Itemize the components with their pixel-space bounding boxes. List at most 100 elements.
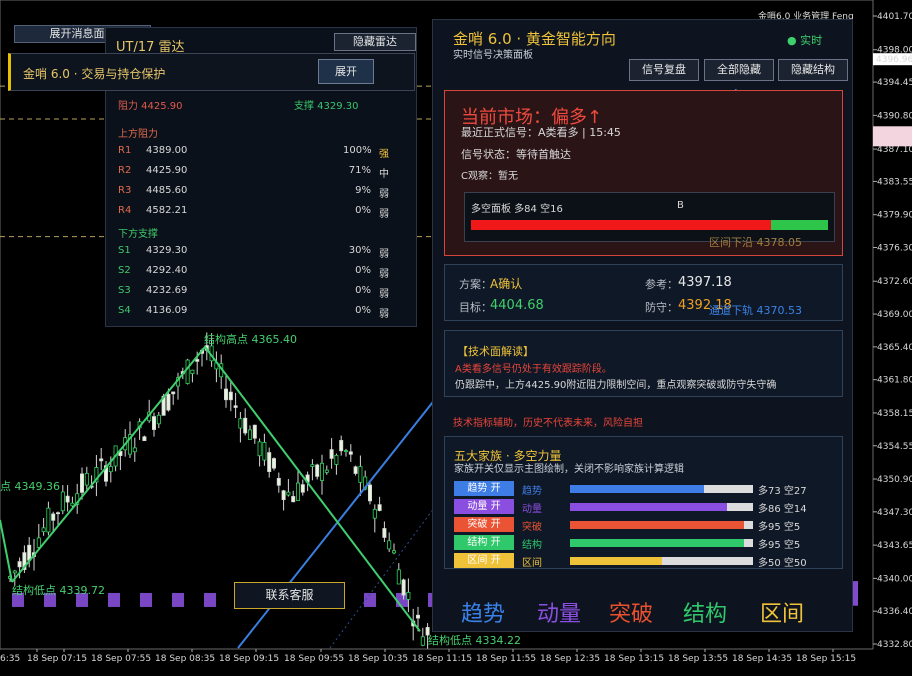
radar-lower_rows-price: 4292.40 bbox=[146, 265, 188, 276]
price-label: 4401.70 bbox=[877, 12, 912, 22]
resistance-label: 阻力 4425.90 bbox=[118, 101, 183, 112]
candle-body bbox=[271, 458, 276, 469]
candle-body bbox=[185, 359, 190, 384]
candle-body bbox=[267, 452, 272, 472]
purple-block bbox=[172, 592, 184, 607]
price-label: 4340.00 bbox=[877, 574, 912, 584]
radar-upper_rows-price: 4485.60 bbox=[146, 185, 188, 196]
radar-upper_rows-pct: 9% bbox=[355, 185, 371, 196]
candle-body bbox=[243, 417, 248, 434]
family-toggle-3[interactable]: 突破 开 bbox=[454, 517, 514, 532]
radar-upper_rows-pct: 100% bbox=[343, 145, 372, 156]
upper-resistance-header: 上方阻力 bbox=[118, 129, 158, 140]
family-ratio-4: 多95 空5 bbox=[758, 540, 801, 551]
family-bull-fill-3 bbox=[570, 521, 744, 529]
candle-body bbox=[108, 466, 113, 473]
candle-body bbox=[132, 447, 137, 453]
family-card: 五大家族 · 多空力量 家族开关仅显示主图绘制，关闭不影响家族计算逻辑 趋势 开… bbox=[444, 436, 843, 569]
candle-body bbox=[151, 416, 156, 430]
big-word-2: 动量 bbox=[537, 602, 582, 627]
candle-body bbox=[367, 484, 372, 502]
candle-body bbox=[195, 359, 200, 362]
time-label: 18 Sep 07:15 bbox=[27, 654, 87, 664]
family-ratio-1: 多73 空27 bbox=[758, 486, 807, 497]
live-status: ● 实时 bbox=[787, 34, 823, 47]
time-label: 18 Sep 09:55 bbox=[284, 654, 344, 664]
radar-lower_rows-price: 4232.69 bbox=[146, 285, 188, 296]
c-observe: C观察：暂无 bbox=[461, 171, 518, 182]
candle-body bbox=[223, 388, 228, 401]
candle-body bbox=[65, 495, 70, 503]
support-label: 支撑 4329.30 bbox=[294, 101, 359, 112]
candle-body bbox=[377, 504, 382, 511]
tech-card: 【技术面解读】 A类看多信号仍处于有效跟踪阶段。 仍跟踪中，上方4425.90附… bbox=[444, 330, 843, 397]
signal-review-button[interactable]: 信号复盘 bbox=[629, 59, 699, 81]
price-label: 4332.80 bbox=[877, 640, 912, 650]
candle-body bbox=[12, 570, 17, 574]
candle-body bbox=[406, 592, 411, 600]
radar-lower_rows-strength: 弱 bbox=[379, 289, 389, 300]
purple-block bbox=[204, 592, 216, 607]
expand-button[interactable]: 展开 bbox=[318, 59, 374, 84]
bull-bar-fill bbox=[471, 220, 771, 230]
current-price-label: 4396.96 bbox=[876, 55, 912, 65]
radar-lower_rows-name: S1 bbox=[118, 245, 131, 256]
hide-radar-button[interactable]: 隐藏雷达 bbox=[334, 33, 416, 51]
plan-card: 方案： A确认 参考： 4397.18 目标： 4404.68 防守： 4392… bbox=[444, 264, 843, 321]
candle-body bbox=[276, 478, 281, 486]
purple-block bbox=[108, 592, 120, 607]
candle-body bbox=[238, 418, 243, 429]
family-ratio-2: 多86 空14 bbox=[758, 504, 807, 515]
defense-label: 防守： bbox=[645, 301, 678, 314]
candle-body bbox=[343, 450, 348, 453]
candle-body bbox=[420, 636, 425, 646]
family-strength-bar-3 bbox=[570, 521, 753, 529]
price-zone-marker bbox=[873, 126, 912, 147]
candle-body bbox=[382, 528, 387, 538]
price-label: 4358.15 bbox=[877, 409, 912, 419]
protection-bar: 金哨 6.0 · 交易与持仓保护 展开 bbox=[8, 53, 415, 91]
family-bull-fill-1 bbox=[570, 485, 704, 493]
family-toggle-4[interactable]: 结构 开 bbox=[454, 535, 514, 550]
big-word-4: 结构 bbox=[683, 602, 728, 627]
candle-body bbox=[291, 496, 296, 503]
channel-lower-label: 通道下轨 4370.53 bbox=[709, 304, 802, 317]
candle-body bbox=[286, 491, 291, 496]
time-label: 18 Sep 12:35 bbox=[540, 654, 600, 664]
radar-lower_rows-name: S2 bbox=[118, 265, 131, 276]
radar-upper_rows-price: 4425.90 bbox=[146, 165, 188, 176]
price-label: 4350.90 bbox=[877, 475, 912, 485]
family-toggle-5[interactable]: 区间 开 bbox=[454, 553, 514, 568]
price-label: 4343.65 bbox=[877, 541, 912, 551]
family-name-2: 动量 bbox=[522, 504, 542, 515]
candle-body bbox=[233, 405, 238, 408]
radar-upper_rows-strength: 弱 bbox=[379, 209, 389, 220]
candle-body bbox=[171, 391, 176, 395]
radar-lower_rows-pct: 0% bbox=[355, 265, 371, 276]
family-toggle-2[interactable]: 动量 开 bbox=[454, 499, 514, 514]
plan-label: 方案： bbox=[459, 278, 492, 291]
hide-structure-button[interactable]: 隐藏结构 bbox=[778, 59, 848, 81]
candle-body bbox=[387, 540, 392, 550]
candle-body bbox=[391, 550, 396, 554]
family-ratio-3: 多95 空5 bbox=[758, 522, 801, 533]
candle-body bbox=[334, 455, 339, 465]
candle-body bbox=[315, 464, 320, 477]
radar-lower_rows-strength: 弱 bbox=[379, 249, 389, 260]
radar-upper_rows-strength: 强 bbox=[379, 149, 389, 160]
family-toggle-1[interactable]: 趋势 开 bbox=[454, 481, 514, 496]
radar-upper_rows-name: R2 bbox=[118, 165, 132, 176]
candle-body bbox=[51, 513, 56, 521]
candle-body bbox=[60, 491, 65, 512]
candle-body bbox=[156, 414, 161, 425]
hide-all-button[interactable]: 全部隐藏 bbox=[704, 59, 774, 81]
time-label: 18 Sep 13:55 bbox=[668, 654, 728, 664]
candle-body bbox=[80, 473, 85, 493]
candle-body bbox=[396, 569, 401, 585]
price-label: 4369.00 bbox=[877, 310, 912, 320]
contact-support-button[interactable]: 联系客服 bbox=[234, 582, 345, 609]
candle-body bbox=[339, 440, 344, 452]
target-label: 目标： bbox=[459, 301, 492, 314]
channel-mid-line bbox=[329, 499, 441, 649]
candle-body bbox=[262, 442, 267, 461]
